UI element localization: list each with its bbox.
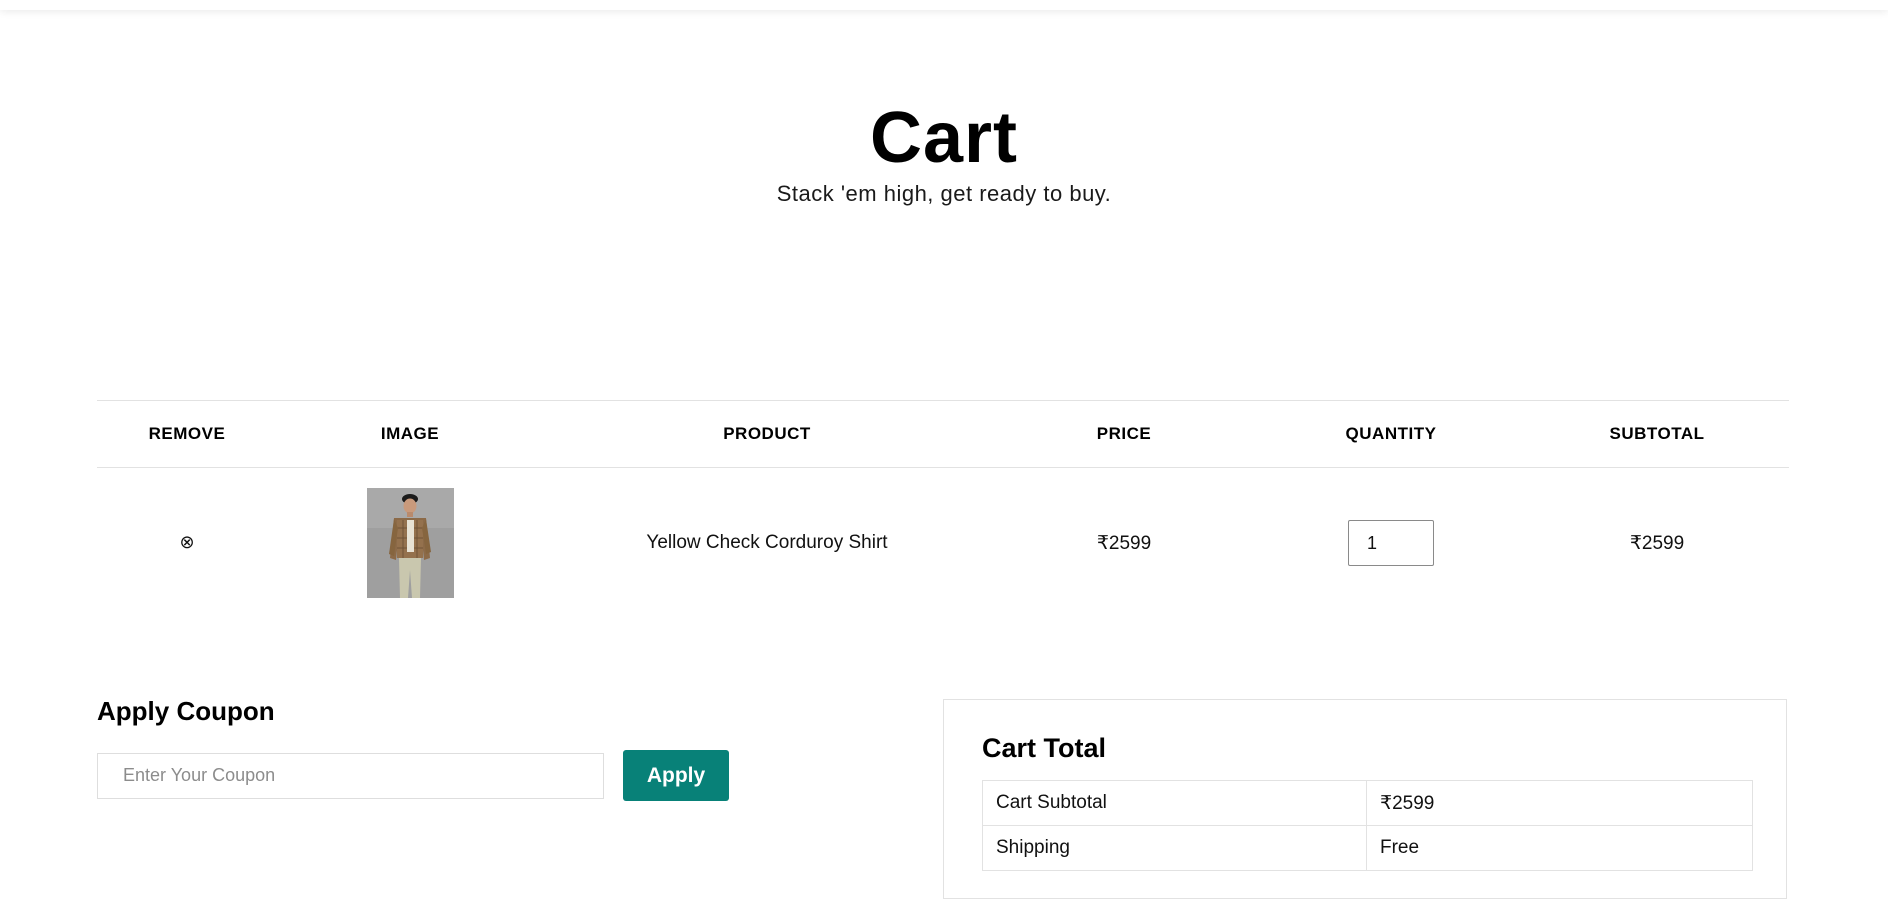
total-row: Cart Subtotal ₹2599 xyxy=(982,780,1753,826)
cart-table: REMOVE IMAGE PRODUCT PRICE QUANTITY SUBT… xyxy=(97,400,1789,618)
image-cell xyxy=(277,468,543,619)
page-title: Cart xyxy=(869,98,1019,178)
page-subtitle: Stack 'em high, get ready to buy. xyxy=(776,181,1112,206)
header-price: PRICE xyxy=(991,400,1257,468)
cart-total-title: Cart Total xyxy=(982,733,1107,763)
total-row-value: Free xyxy=(1366,825,1753,871)
header-remove: REMOVE xyxy=(97,400,277,468)
product-image[interactable] xyxy=(366,488,454,598)
quantity-input[interactable] xyxy=(1348,520,1434,566)
row-subtotal: ₹2599 xyxy=(1629,532,1685,554)
header-image: IMAGE xyxy=(277,400,543,468)
total-row: Shipping Free xyxy=(982,825,1753,871)
table-header-row: REMOVE IMAGE PRODUCT PRICE QUANTITY SUBT… xyxy=(97,400,1789,468)
total-row-value: ₹2599 xyxy=(1366,780,1753,826)
total-row-label: Cart Subtotal xyxy=(982,780,1367,826)
coupon-title: Apply Coupon xyxy=(97,696,275,726)
coupon-section: Apply Coupon Apply xyxy=(97,693,747,801)
coupon-form: Apply xyxy=(97,750,747,801)
header-quantity: QUANTITY xyxy=(1257,400,1525,468)
shirt-model-photo-icon xyxy=(366,488,454,598)
cart-total-table: Cart Subtotal ₹2599 Shipping Free xyxy=(982,780,1753,871)
header-subtotal: SUBTOTAL xyxy=(1525,400,1789,468)
coupon-input[interactable] xyxy=(97,752,604,799)
cart-total-section: Cart Total Cart Subtotal ₹2599 Shipping … xyxy=(943,699,1787,899)
product-name[interactable]: Yellow Check Corduroy Shirt xyxy=(543,468,991,619)
product-price: ₹2599 xyxy=(1096,532,1152,554)
quantity-cell xyxy=(1257,468,1525,619)
total-row-label: Shipping xyxy=(982,825,1367,871)
apply-coupon-button[interactable]: Apply xyxy=(623,750,729,801)
remove-cell: ⊗ xyxy=(97,468,277,619)
page-hero: Cart Stack 'em high, get ready to buy. xyxy=(0,96,1888,208)
header-bar xyxy=(0,0,1888,10)
table-row: ⊗ Yellow Check Corduroy Shirt ₹2599 1 ₹2… xyxy=(97,468,1789,619)
remove-item-icon[interactable]: ⊗ xyxy=(179,533,194,551)
header-product: PRODUCT xyxy=(543,400,991,468)
